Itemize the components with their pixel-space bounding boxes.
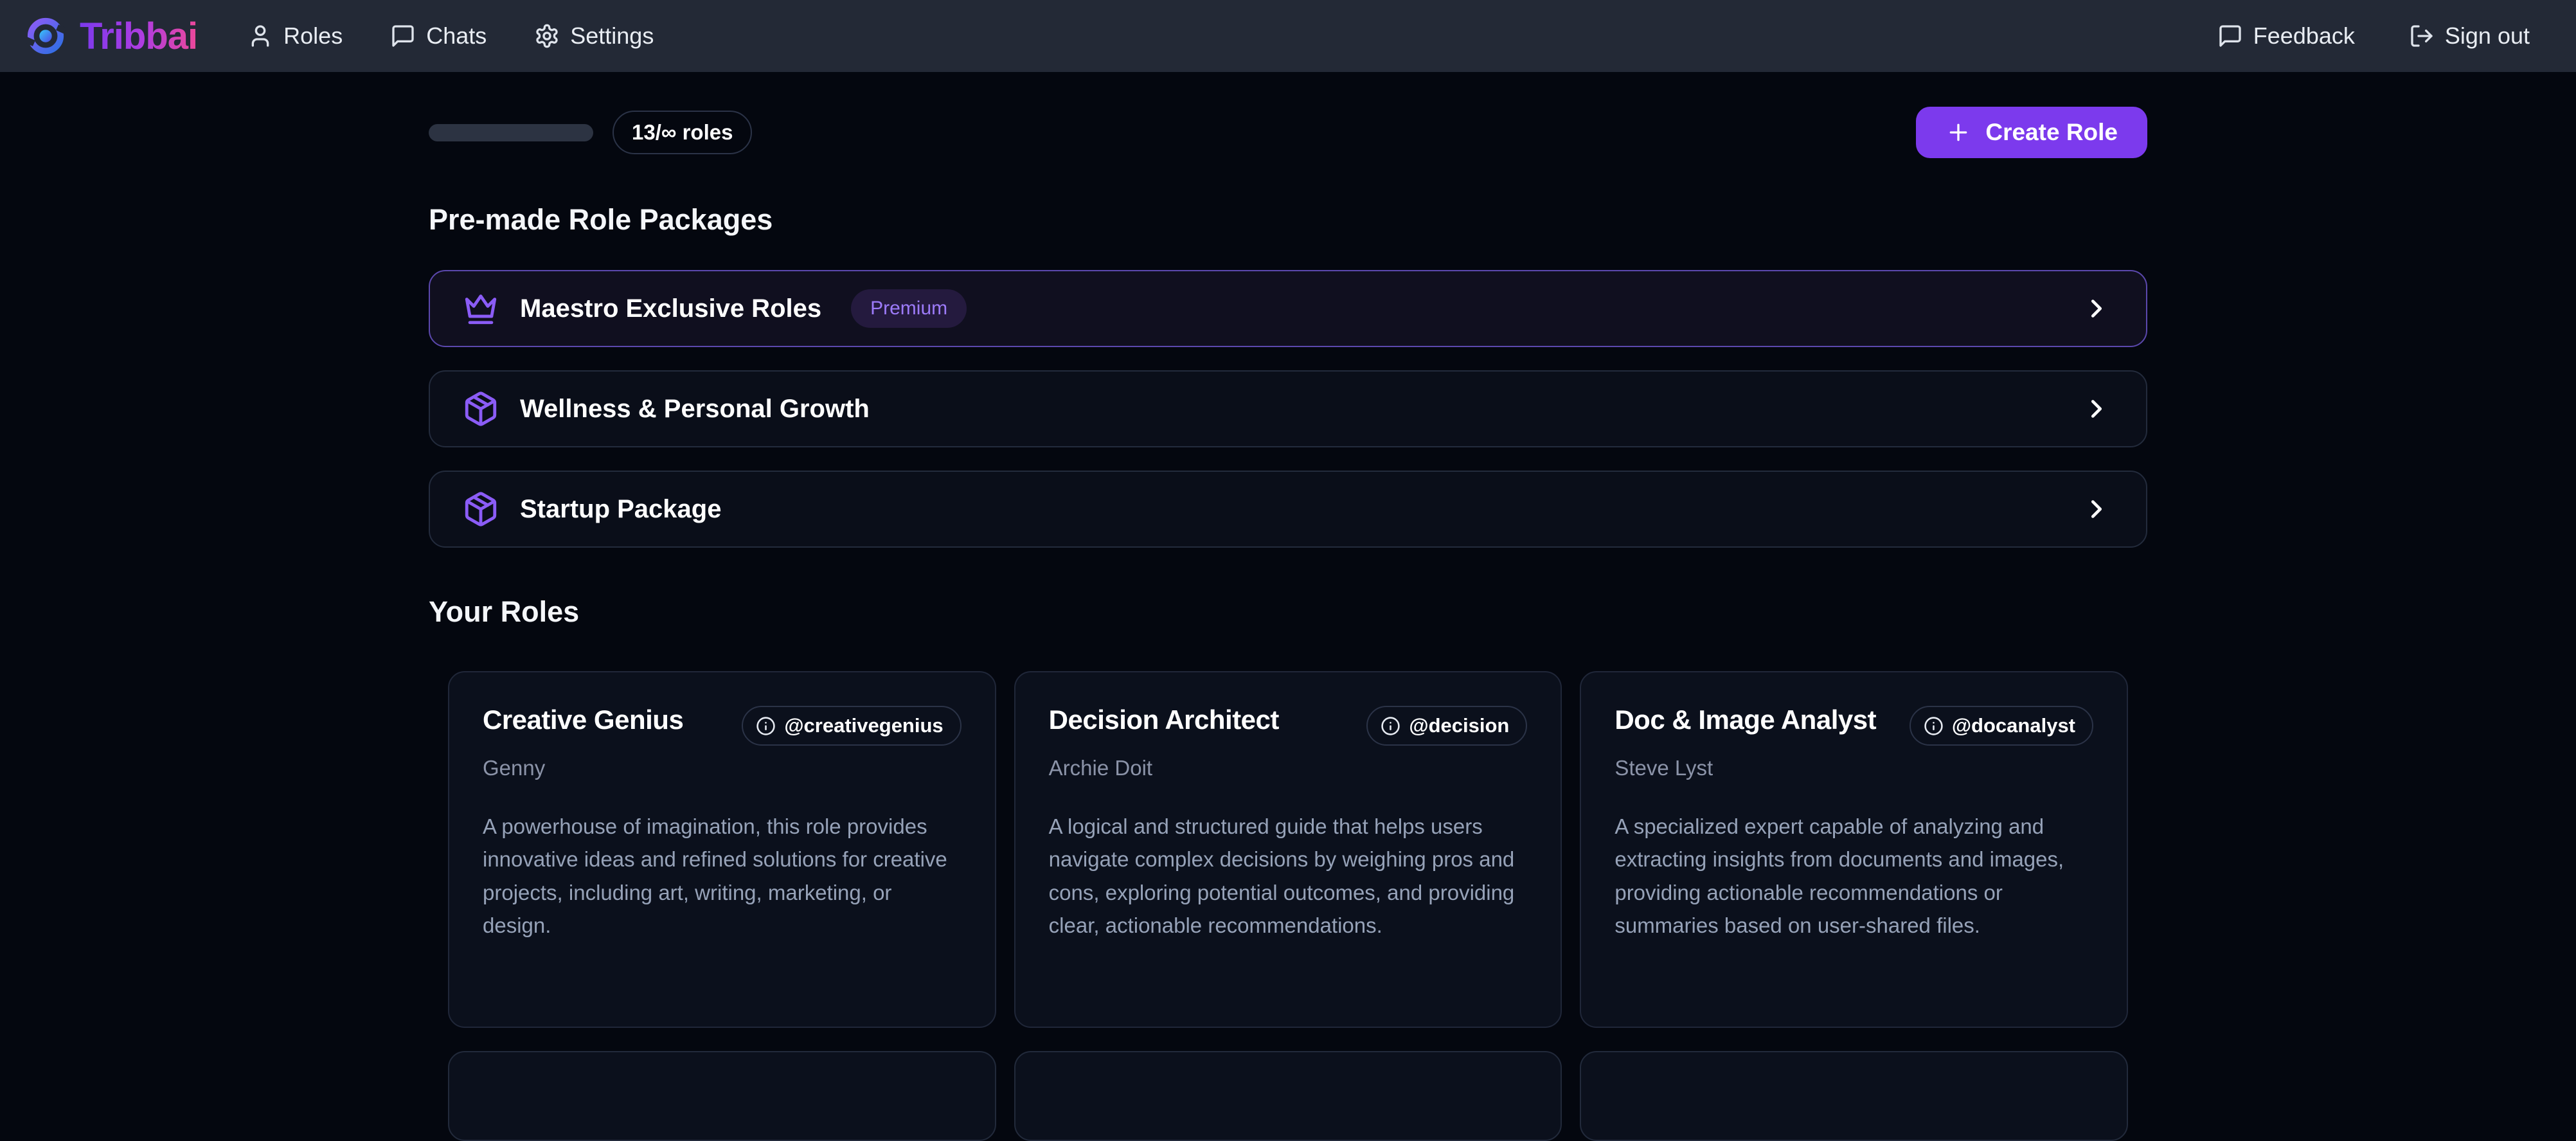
role-handle: @decision: [1409, 714, 1509, 737]
plus-icon: [1945, 120, 1971, 145]
package-icon: [462, 490, 499, 528]
nav-right: Feedback Sign out: [2217, 22, 2530, 49]
brand-name: Tribbai: [80, 15, 197, 58]
brand-logo-icon: [26, 16, 66, 56]
role-description: A specialized expert capable of analyzin…: [1614, 810, 2093, 942]
role-handle: @creativegenius: [784, 714, 943, 737]
main-content: 13/∞ roles Create Role Pre-made Role Pac…: [429, 107, 2147, 1141]
role-handle-badge[interactable]: @docanalyst: [1910, 706, 2093, 746]
card-header: Doc & Image Analyst @docanalyst: [1614, 705, 2093, 746]
message-bubble-icon: [390, 23, 416, 49]
roles-toolbar: 13/∞ roles Create Role: [429, 107, 2147, 158]
role-card[interactable]: [448, 1051, 996, 1141]
role-card-grid: Creative Genius @creativegenius Genny A …: [429, 671, 2147, 1028]
nav-item-label: Roles: [283, 22, 343, 49]
role-title: Creative Genius: [483, 705, 683, 735]
role-card-grid-row-2: [429, 1051, 2147, 1141]
log-out-icon: [2409, 23, 2435, 49]
role-card[interactable]: [1580, 1051, 2128, 1141]
nav-item-label: Chats: [426, 22, 487, 49]
role-card-decision-architect[interactable]: Decision Architect @decision Archie Doit…: [1014, 671, 1562, 1028]
role-title: Decision Architect: [1049, 705, 1279, 735]
package-title: Maestro Exclusive Roles: [520, 294, 821, 323]
package-row-startup[interactable]: Startup Package: [429, 471, 2147, 548]
feedback-button[interactable]: Feedback: [2217, 22, 2355, 49]
role-card-creative-genius[interactable]: Creative Genius @creativegenius Genny A …: [448, 671, 996, 1028]
create-role-label: Create Role: [1985, 119, 2118, 146]
role-card-doc-image-analyst[interactable]: Doc & Image Analyst @docanalyst Steve Ly…: [1580, 671, 2128, 1028]
role-handle-badge[interactable]: @decision: [1366, 706, 1527, 746]
package-list: Maestro Exclusive Roles Premium Wellness…: [429, 270, 2147, 548]
info-icon: [1924, 716, 1944, 736]
card-header: Creative Genius @creativegenius: [483, 705, 962, 746]
role-title: Doc & Image Analyst: [1614, 705, 1876, 735]
role-owner: Steve Lyst: [1614, 756, 2093, 780]
gear-icon: [534, 23, 560, 49]
card-header: Decision Architect @decision: [1049, 705, 1528, 746]
package-title: Startup Package: [520, 495, 721, 524]
role-owner: Archie Doit: [1049, 756, 1528, 780]
nav-item-roles[interactable]: Roles: [247, 22, 343, 49]
info-icon: [756, 716, 776, 736]
primary-nav: Roles Chats Settings: [247, 22, 654, 49]
chevron-right-icon: [2082, 294, 2111, 323]
package-icon: [462, 390, 499, 427]
role-card[interactable]: [1014, 1051, 1562, 1141]
package-row-wellness[interactable]: Wellness & Personal Growth: [429, 370, 2147, 447]
sign-out-label: Sign out: [2445, 22, 2530, 49]
nav-item-settings[interactable]: Settings: [534, 22, 654, 49]
roles-progress-bar: [429, 124, 593, 141]
role-handle: @docanalyst: [1952, 714, 2075, 737]
sign-out-button[interactable]: Sign out: [2409, 22, 2530, 49]
create-role-button[interactable]: Create Role: [1916, 107, 2147, 158]
nav-item-label: Settings: [570, 22, 654, 49]
feedback-label: Feedback: [2253, 22, 2355, 49]
top-nav: Tribbai Roles Chats Settings Fe: [0, 0, 2576, 72]
package-title: Wellness & Personal Growth: [520, 395, 870, 424]
chevron-right-icon: [2082, 394, 2111, 424]
packages-section-title: Pre-made Role Packages: [429, 203, 2147, 237]
user-icon: [247, 23, 273, 49]
role-handle-badge[interactable]: @creativegenius: [742, 706, 961, 746]
package-row-maestro[interactable]: Maestro Exclusive Roles Premium: [429, 270, 2147, 347]
info-icon: [1381, 716, 1400, 736]
role-owner: Genny: [483, 756, 962, 780]
message-bubble-icon: [2217, 23, 2243, 49]
your-roles-section-title: Your Roles: [429, 595, 2147, 629]
role-description: A logical and structured guide that help…: [1049, 810, 1528, 942]
premium-badge: Premium: [851, 289, 967, 328]
roles-count-badge: 13/∞ roles: [613, 111, 752, 154]
crown-icon: [462, 290, 499, 327]
role-description: A powerhouse of imagination, this role p…: [483, 810, 962, 942]
brand-logo[interactable]: Tribbai: [26, 15, 197, 58]
chevron-right-icon: [2082, 494, 2111, 524]
nav-item-chats[interactable]: Chats: [390, 22, 487, 49]
